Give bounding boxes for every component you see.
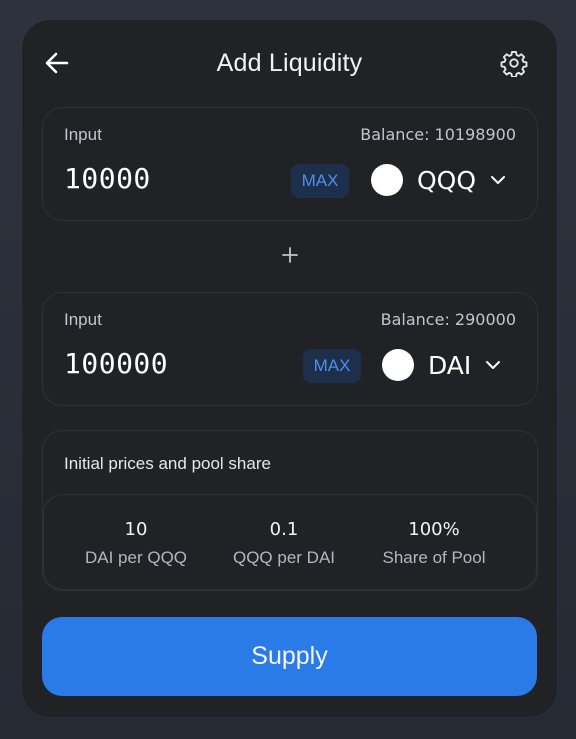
plus-icon bbox=[281, 246, 299, 264]
token-selector-qqq[interactable]: QQQ bbox=[371, 160, 506, 200]
gear-icon[interactable] bbox=[500, 49, 528, 78]
stat-value: 100% bbox=[408, 519, 460, 540]
stat-label: QQQ per DAI bbox=[232, 548, 336, 567]
amount-input-dai[interactable] bbox=[64, 347, 264, 380]
amount-input-qqq[interactable] bbox=[64, 162, 264, 195]
page-title: Add Liquidity bbox=[216, 49, 363, 77]
input-panel-qqq: Input Balance: 10198900 MAX QQQ bbox=[42, 107, 538, 221]
input-label: Input bbox=[64, 310, 102, 329]
chevron-down-icon bbox=[485, 357, 501, 373]
balance-text: Balance: 10198900 bbox=[360, 125, 516, 144]
chevron-down-icon bbox=[490, 172, 506, 188]
max-button-dai[interactable]: MAX bbox=[303, 349, 361, 383]
header: Add Liquidity bbox=[22, 20, 557, 108]
token-logo bbox=[382, 349, 414, 381]
prices-stats: 10 DAI per QQQ 0.1 QQQ per DAI 100% Shar… bbox=[43, 494, 537, 590]
balance-text: Balance: 290000 bbox=[380, 310, 516, 329]
prices-title: Initial prices and pool share bbox=[64, 454, 271, 473]
input-panel-dai: Input Balance: 290000 MAX DAI bbox=[42, 292, 538, 406]
token-selector-dai[interactable]: DAI bbox=[382, 345, 501, 385]
stat-label: DAI per QQQ bbox=[84, 548, 188, 567]
token-symbol: DAI bbox=[428, 350, 472, 380]
stat-qqq-per-dai: 0.1 QQQ per DAI bbox=[204, 519, 364, 568]
token-logo bbox=[371, 164, 403, 196]
input-label: Input bbox=[64, 125, 102, 144]
stat-label: Share of Pool bbox=[382, 548, 486, 567]
prices-panel: Initial prices and pool share 10 DAI per… bbox=[42, 430, 538, 591]
stat-value: 0.1 bbox=[269, 519, 299, 540]
stat-share-of-pool: 100% Share of Pool bbox=[354, 519, 514, 568]
token-symbol: QQQ bbox=[417, 165, 477, 195]
add-liquidity-card: Add Liquidity Input Balance: 10198900 MA… bbox=[22, 20, 557, 717]
stat-dai-per-qqq: 10 DAI per QQQ bbox=[56, 519, 216, 568]
stat-value: 10 bbox=[124, 519, 148, 540]
max-button-qqq[interactable]: MAX bbox=[291, 164, 349, 198]
supply-button[interactable]: Supply bbox=[42, 617, 537, 696]
